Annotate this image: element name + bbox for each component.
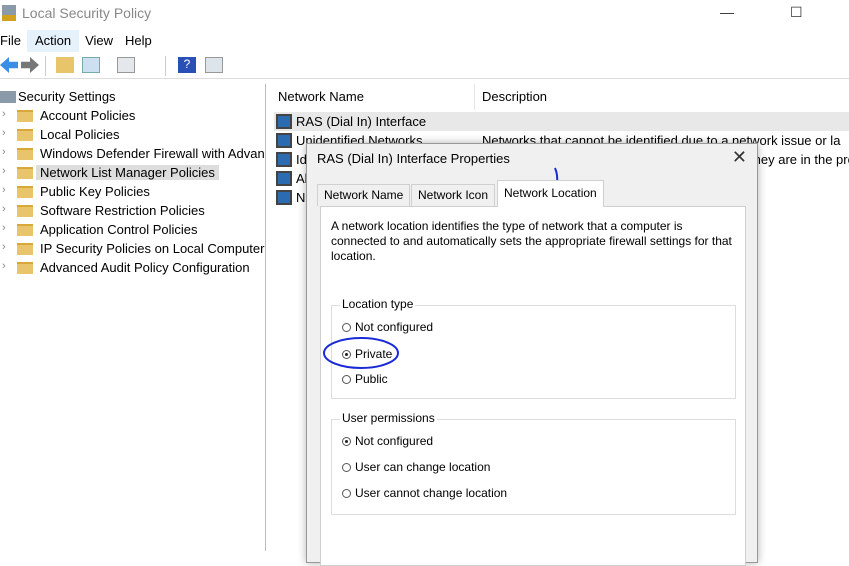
annotation-overlay [323,167,559,369]
tab-network-location[interactable]: Network Location [497,180,604,207]
annotation-circle [323,337,399,369]
